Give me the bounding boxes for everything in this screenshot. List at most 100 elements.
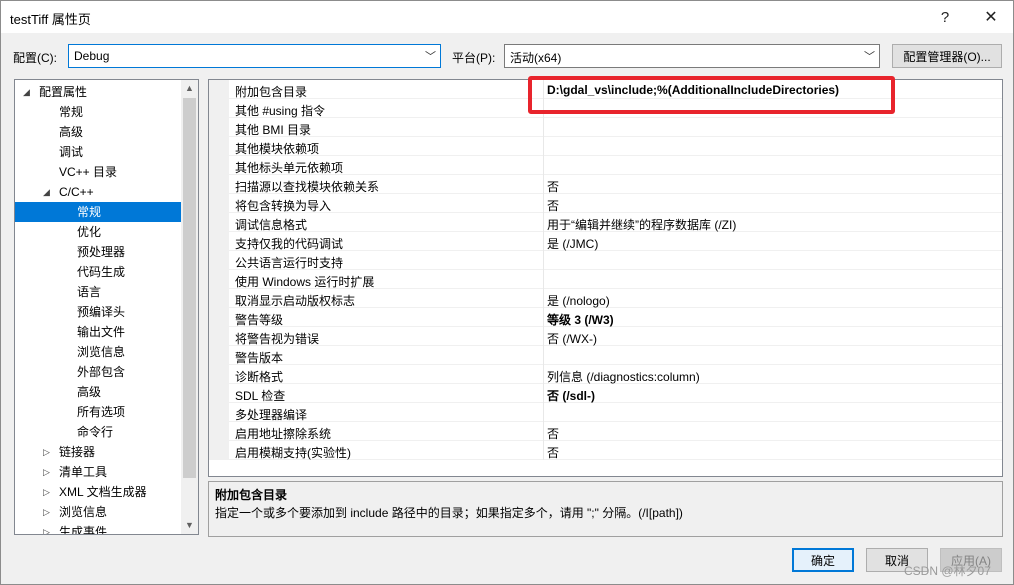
column-divider[interactable] (543, 289, 544, 308)
column-divider[interactable] (543, 422, 544, 441)
red-highlight-annotation (528, 76, 895, 114)
column-divider[interactable] (543, 365, 544, 384)
tree-item[interactable]: 外部包含 (15, 362, 181, 382)
property-row[interactable]: 其他 BMI 目录 (209, 118, 1002, 137)
property-value[interactable]: 否 (547, 178, 559, 195)
property-value[interactable]: 否 (547, 197, 559, 214)
tree-item[interactable]: ▷ 清单工具 (15, 462, 181, 482)
properties-dialog: testTiff 属性页 ? ✕ 配置(C): Debug ﹀ 平台(P): 活… (0, 0, 1014, 585)
property-value[interactable]: 是 (/JMC) (547, 235, 598, 252)
property-row[interactable]: SDL 检查 否 (/sdl-) (209, 384, 1002, 403)
help-button[interactable]: ? (923, 1, 967, 33)
scroll-down-icon[interactable]: ▼ (181, 517, 198, 534)
config-manager-button[interactable]: 配置管理器(O)... (892, 44, 1002, 68)
tree-item[interactable]: 调试 (15, 142, 181, 162)
chevron-down-icon: ﹀ (425, 51, 436, 63)
column-divider[interactable] (543, 441, 544, 460)
property-row[interactable]: 警告等级 等级 3 (/W3) (209, 308, 1002, 327)
close-button[interactable]: ✕ (969, 1, 1013, 33)
column-divider[interactable] (543, 194, 544, 213)
tree-item[interactable]: ▷ XML 文档生成器 (15, 482, 181, 502)
tree-item[interactable]: ▷ 浏览信息 (15, 502, 181, 522)
tree-scrollbar[interactable]: ▲ ▼ (181, 80, 198, 534)
expand-icon[interactable]: ▷ (43, 522, 50, 534)
row-gutter (209, 289, 229, 308)
property-row[interactable]: 警告版本 (209, 346, 1002, 365)
property-row[interactable]: 其他标头单元依赖项 (209, 156, 1002, 175)
column-divider[interactable] (543, 327, 544, 346)
tree-item[interactable]: 预编译头 (15, 302, 181, 322)
tree-item[interactable]: 所有选项 (15, 402, 181, 422)
tree-item[interactable]: 优化 (15, 222, 181, 242)
collapse-icon[interactable]: ◢ (43, 182, 50, 202)
row-gutter (209, 194, 229, 213)
tree-item-label: 链接器 (59, 445, 96, 459)
property-row[interactable]: 将警告视为错误 否 (/WX-) (209, 327, 1002, 346)
tree-item[interactable]: 输出文件 (15, 322, 181, 342)
property-name: 其他 BMI 目录 (235, 123, 312, 137)
tree-item[interactable]: 预处理器 (15, 242, 181, 262)
property-row[interactable]: 调试信息格式 用于“编辑并继续”的程序数据库 (/ZI) (209, 213, 1002, 232)
column-divider[interactable] (543, 270, 544, 289)
property-value[interactable]: 否 (547, 425, 559, 442)
column-divider[interactable] (543, 384, 544, 403)
expand-icon[interactable]: ▷ (43, 502, 50, 522)
tree-item[interactable]: 命令行 (15, 422, 181, 442)
column-divider[interactable] (543, 403, 544, 422)
property-row[interactable]: 使用 Windows 运行时扩展 (209, 270, 1002, 289)
property-row[interactable]: 支持仅我的代码调试 是 (/JMC) (209, 232, 1002, 251)
column-divider[interactable] (543, 175, 544, 194)
tree-item[interactable]: 高级 (15, 382, 181, 402)
config-dropdown[interactable]: Debug ﹀ (68, 44, 441, 68)
tree-item[interactable]: 代码生成 (15, 262, 181, 282)
property-row[interactable]: 扫描源以查找模块依赖关系 否 (209, 175, 1002, 194)
column-divider[interactable] (543, 213, 544, 232)
property-value[interactable]: 等级 3 (/W3) (547, 311, 614, 328)
ok-button[interactable]: 确定 (792, 548, 854, 572)
property-row[interactable]: 取消显示启动版权标志 是 (/nologo) (209, 289, 1002, 308)
property-value[interactable]: 否 (547, 444, 559, 461)
tree-item[interactable]: 常规 (15, 102, 181, 122)
scrollbar-thumb[interactable] (183, 98, 196, 478)
property-value[interactable]: 否 (/sdl-) (547, 387, 595, 404)
property-row[interactable]: 启用地址擦除系统 否 (209, 422, 1002, 441)
property-name: 其他标头单元依赖项 (235, 161, 344, 175)
tree-item[interactable]: 语言 (15, 282, 181, 302)
column-divider[interactable] (543, 232, 544, 251)
property-value[interactable]: 列信息 (/diagnostics:column) (547, 368, 700, 385)
tree-item[interactable]: ◢ 配置属性 (15, 82, 181, 102)
property-value[interactable]: 是 (/nologo) (547, 292, 610, 309)
column-divider[interactable] (543, 156, 544, 175)
platform-dropdown[interactable]: 活动(x64) ﹀ (504, 44, 880, 68)
property-row[interactable]: 公共语言运行时支持 (209, 251, 1002, 270)
tree-item[interactable]: 常规 (15, 202, 181, 222)
collapse-icon[interactable]: ◢ (23, 82, 30, 102)
expand-icon[interactable]: ▷ (43, 482, 50, 502)
tree-item[interactable]: VC++ 目录 (15, 162, 181, 182)
property-value[interactable]: 用于“编辑并继续”的程序数据库 (/ZI) (547, 216, 736, 233)
column-divider[interactable] (543, 251, 544, 270)
property-row[interactable]: 多处理器编译 (209, 403, 1002, 422)
row-gutter (209, 441, 229, 460)
description-panel: 附加包含目录 指定一个或多个要添加到 include 路径中的目录；如果指定多个… (208, 481, 1003, 537)
tree-item[interactable]: ◢ C/C++ (15, 182, 181, 202)
property-row[interactable]: 诊断格式 列信息 (/diagnostics:column) (209, 365, 1002, 384)
column-divider[interactable] (543, 308, 544, 327)
column-divider[interactable] (543, 137, 544, 156)
property-tree[interactable]: ▷ 生成事件 ▷ 浏览信息 ▷ XML 文档生成器 ▷ 清单工具 ▷ 链接器 命令行 所有选项 高级 外部… (14, 79, 199, 535)
property-row[interactable]: 启用模糊支持(实验性) 否 (209, 441, 1002, 460)
tree-item-label: C/C++ (59, 185, 94, 199)
tree-item[interactable]: 高级 (15, 122, 181, 142)
expand-icon[interactable]: ▷ (43, 462, 50, 482)
property-value[interactable]: 否 (/WX-) (547, 330, 597, 347)
expand-icon[interactable]: ▷ (43, 442, 50, 462)
column-divider[interactable] (543, 118, 544, 137)
column-divider[interactable] (543, 346, 544, 365)
scroll-up-icon[interactable]: ▲ (181, 80, 198, 97)
tree-item[interactable]: ▷ 链接器 (15, 442, 181, 462)
property-row[interactable]: 将包含转换为导入 否 (209, 194, 1002, 213)
property-row[interactable]: 其他模块依赖项 (209, 137, 1002, 156)
tree-item[interactable]: ▷ 生成事件 (15, 522, 181, 534)
tree-item[interactable]: 浏览信息 (15, 342, 181, 362)
property-grid[interactable]: 附加包含目录 D:\gdal_vs\include;%(AdditionalInc… (208, 79, 1003, 477)
